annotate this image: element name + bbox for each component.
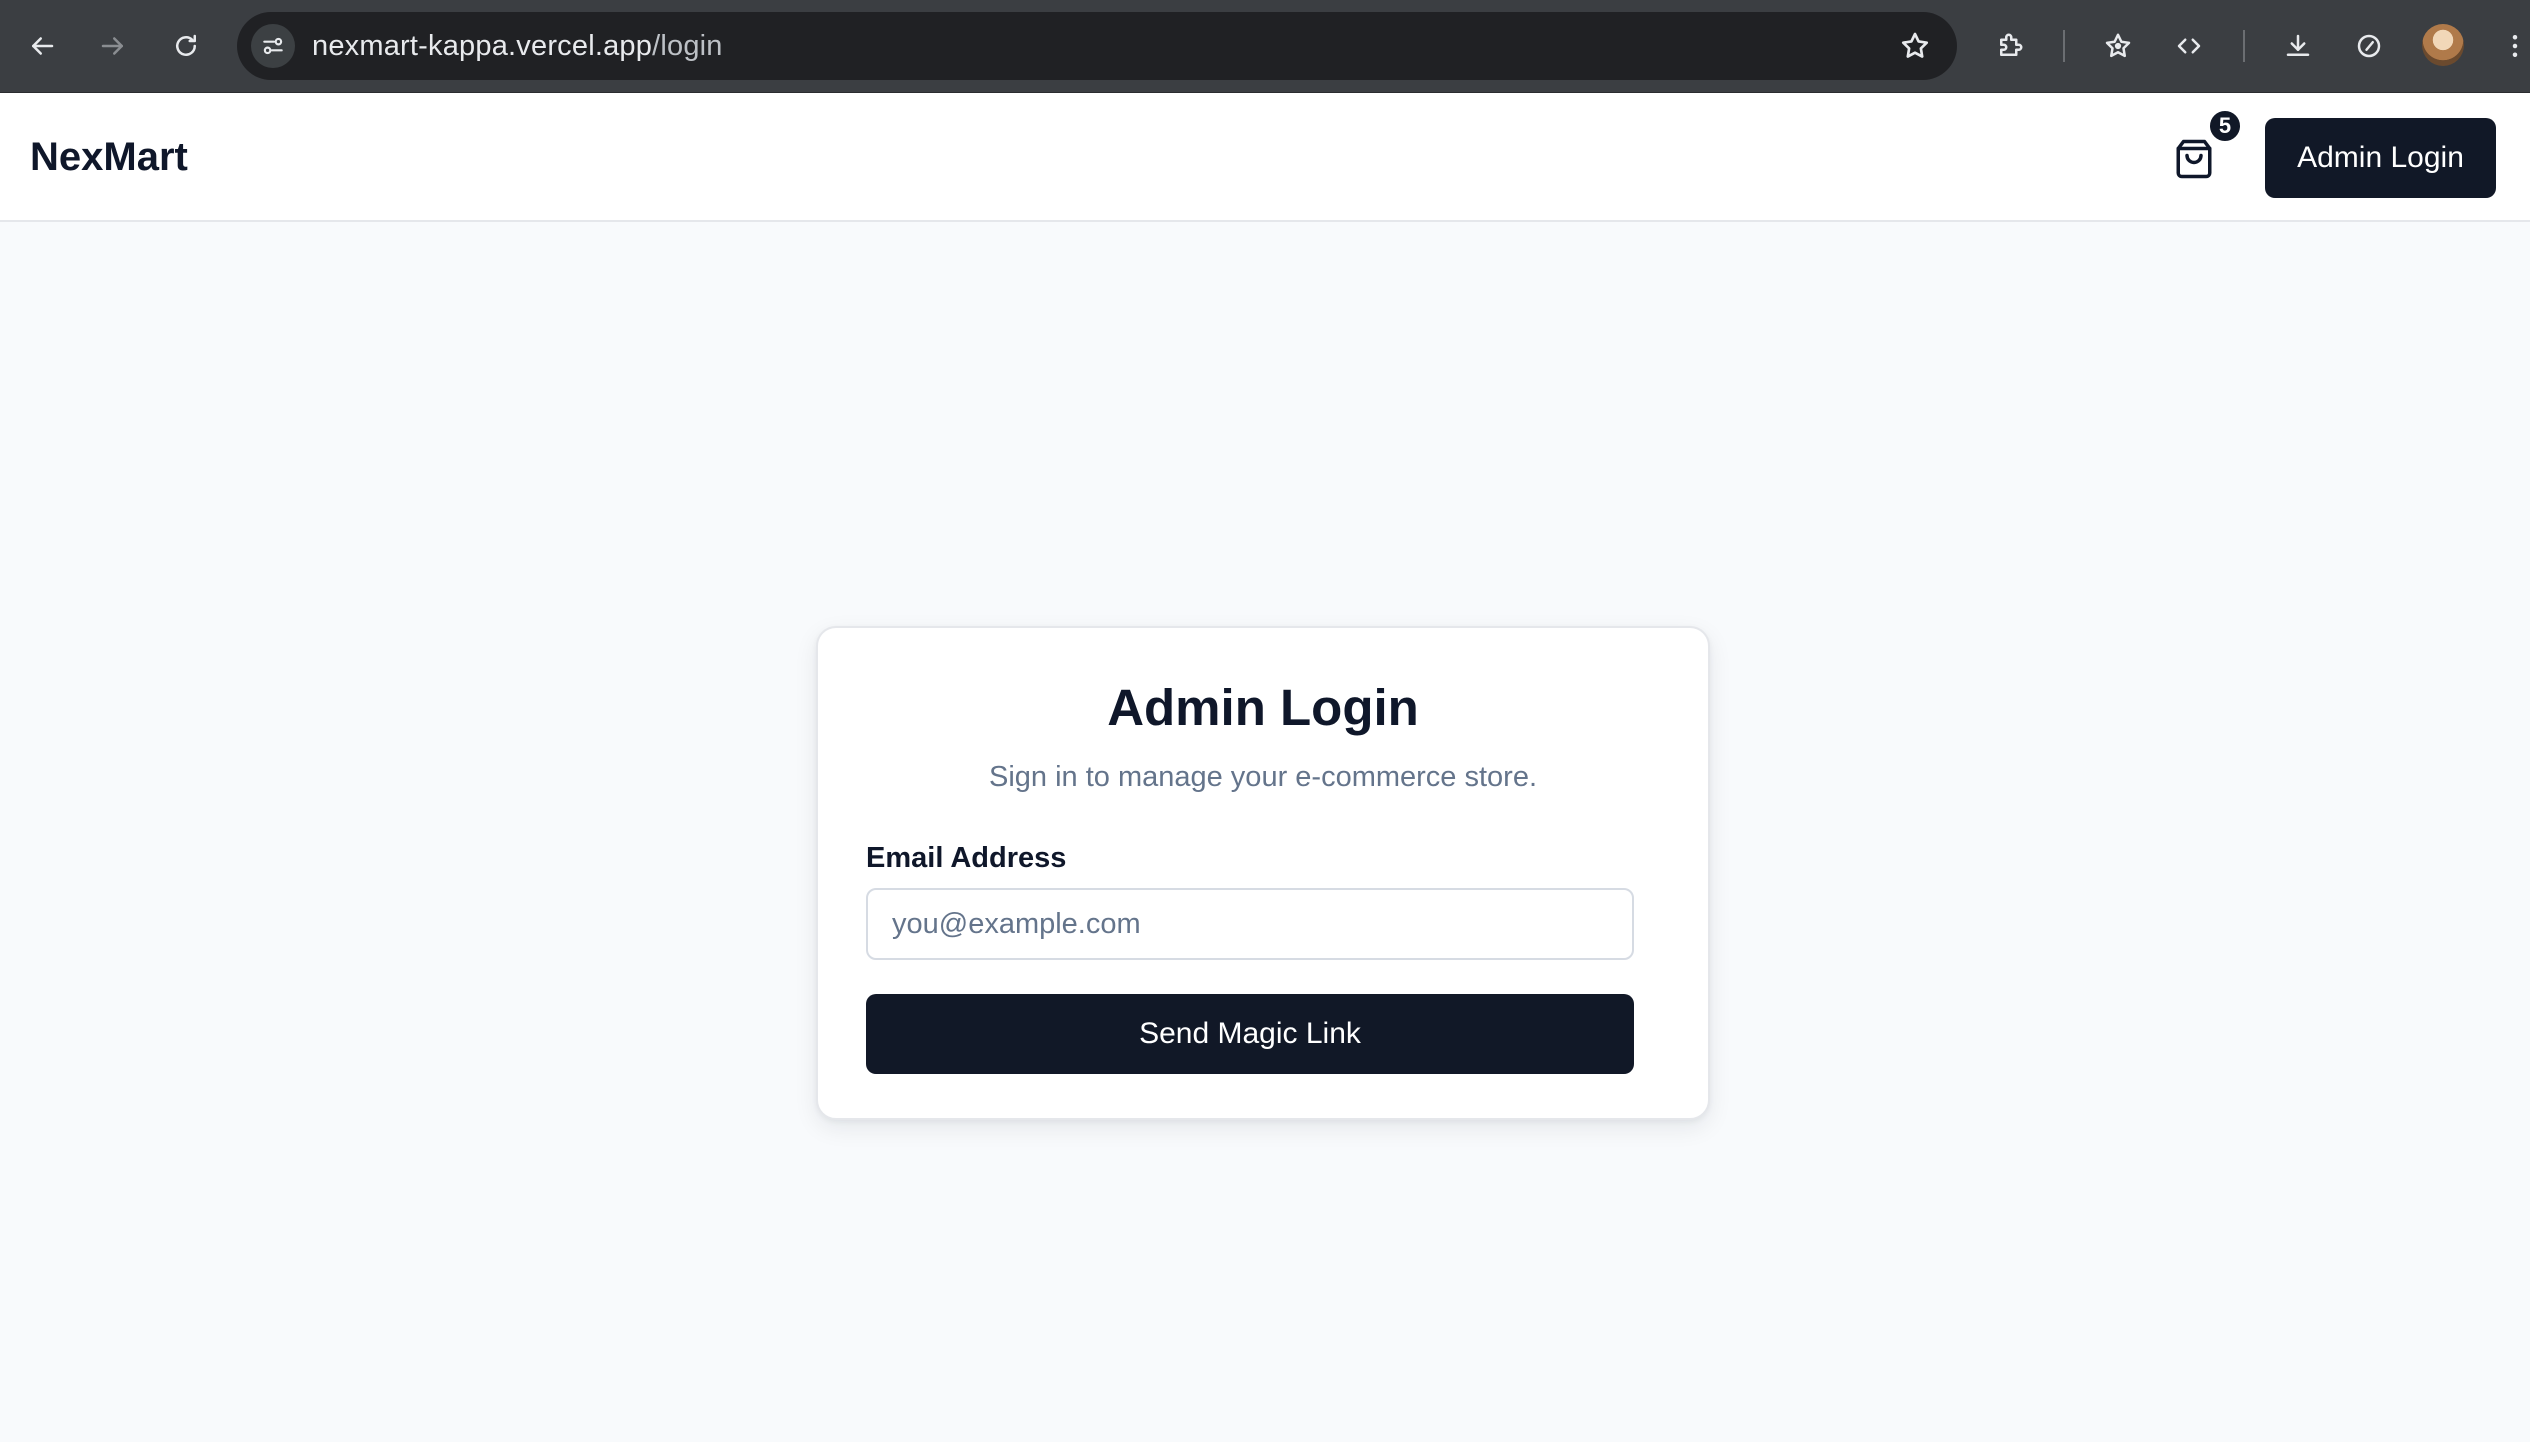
brand-logo[interactable]: NexMart [30,93,188,222]
puzzle-icon[interactable] [1986,22,2034,70]
shopping-bag-icon[interactable] [2168,133,2220,185]
download-icon[interactable] [2274,22,2322,70]
star-list-icon[interactable] [2094,22,2142,70]
toolbar-divider [2243,30,2245,62]
browser-toolbar: nexmart-kappa.vercel.app/login [0,0,2530,93]
tune-icon[interactable] [251,24,295,68]
back-arrow-icon[interactable] [18,22,66,70]
star-icon[interactable] [1895,26,1935,66]
reload-icon[interactable] [162,22,210,70]
avatar[interactable] [2422,24,2464,66]
forward-arrow-icon[interactable] [89,22,137,70]
url-text: nexmart-kappa.vercel.app/login [312,12,723,80]
login-card: Admin Login Sign in to manage your e-com… [816,626,1710,1120]
kebab-menu-icon[interactable] [2491,22,2530,70]
address-bar[interactable]: nexmart-kappa.vercel.app/login [237,12,1957,80]
speedometer-icon[interactable] [2345,22,2393,70]
page-title: Admin Login [1107,679,1419,736]
send-magic-link-button[interactable]: Send Magic Link [866,994,1634,1074]
cart-count-badge: 5 [2208,109,2242,143]
page-subtitle: Sign in to manage your e-commerce store. [988,761,1538,793]
admin-login-button[interactable]: Admin Login [2265,118,2496,198]
url-host: nexmart-kappa.vercel.app [312,30,653,62]
toolbar-divider [2063,30,2065,62]
code-icon[interactable] [2165,22,2213,70]
email-label: Email Address [866,842,1067,874]
email-field[interactable] [866,888,1634,960]
url-path: /login [652,30,723,62]
site-header: NexMart 5 Admin Login [0,93,2530,222]
